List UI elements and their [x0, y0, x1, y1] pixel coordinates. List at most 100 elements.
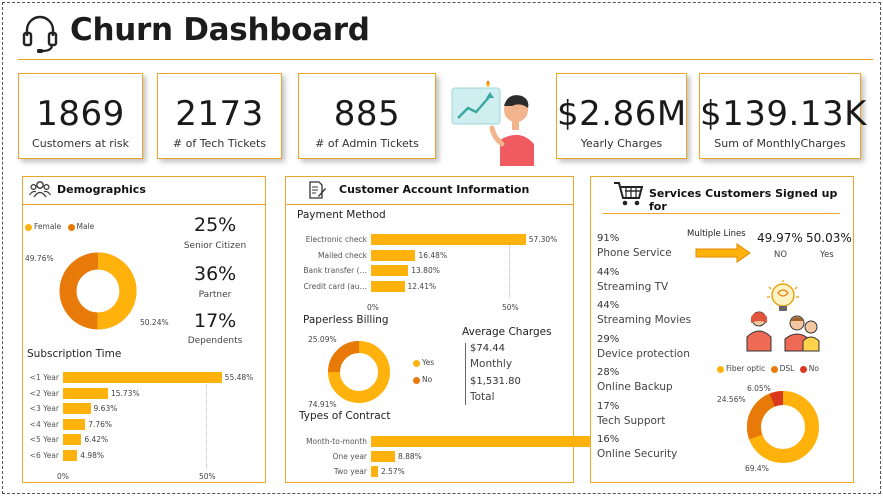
dependents-label: Dependents: [187, 336, 243, 346]
kpi-label: # of Tech Tickets: [172, 137, 267, 150]
female-pct-label: 50.24%: [140, 318, 169, 327]
paperless-yes-pct: 74.91%: [308, 400, 337, 409]
bar-value: 16.48%: [418, 250, 448, 260]
bar-value: 6.42%: [84, 435, 109, 444]
bar-label: One year: [332, 452, 367, 461]
payment-method-bar-chart: Electronic check 57.30% Mailed check 16.48%…: [286, 234, 575, 298]
fiber-legend-dot: [717, 365, 724, 373]
account-panel: Customer Account Information Payment Met…: [285, 176, 642, 483]
partner-pct: 36%: [194, 263, 237, 285]
internet-legend: Fiber optic DSL No: [717, 364, 819, 373]
paperless-legend-yes: Yes: [413, 358, 434, 367]
services-list: 91% Phone Service 44% Streaming TV 44% Stream…: [597, 233, 707, 473]
bar: [63, 449, 78, 461]
bar: [63, 418, 86, 430]
services-title: Services Customers Signed up for: [649, 187, 838, 213]
bar-label: Mailed check: [318, 250, 367, 260]
service-pct: 91%: [597, 233, 620, 244]
kpi-admin-tickets: 885 # of Admin Tickets: [298, 73, 436, 159]
kpi-label: Yearly Charges: [580, 137, 663, 150]
multiple-lines-no-value: 49.97%: [757, 231, 803, 245]
bar-value: 57.30%: [528, 235, 558, 244]
bar-label: Credit card (au…: [303, 281, 367, 291]
gender-legend: Female Male: [25, 222, 94, 231]
paperless-billing-title: Paperless Billing: [303, 314, 389, 326]
sub-axis-50: 50%: [199, 472, 216, 481]
kpi-label: Customers at risk: [32, 137, 129, 150]
senior-citizen-pct: 25%: [194, 214, 237, 236]
kpi-value: $139.13K: [700, 94, 867, 134]
partner-label: Partner: [198, 290, 232, 300]
multiple-lines-label: Multiple Lines: [687, 229, 746, 239]
service-name: Phone Service: [597, 247, 672, 259]
avg-total-label: Total: [470, 391, 495, 403]
bar: [371, 265, 409, 276]
service-name: Online Security: [597, 448, 678, 460]
bar-label: Electronic check: [305, 235, 367, 244]
service-pct: 28%: [597, 367, 620, 378]
avg-monthly-value: $74.44: [470, 343, 505, 354]
service-name: Streaming Movies: [597, 314, 692, 326]
bar-label: <6 Year: [29, 450, 59, 460]
payment-method-title: Payment Method: [297, 209, 386, 221]
contract-title: Types of Contract: [299, 410, 391, 422]
bar-value: 9.63%: [93, 404, 118, 413]
kpi-yearly-charges: $2.86M Yearly Charges: [556, 73, 687, 159]
multiple-lines-no-label: NO: [774, 250, 788, 260]
kpi-label: Sum of MonthlyCharges: [714, 137, 846, 150]
female-legend-dot: [25, 223, 32, 231]
no-internet-pct: 6.05%: [747, 384, 771, 393]
yes-legend-dot: [413, 359, 420, 367]
arrow-right-icon: [695, 243, 751, 263]
bar: [371, 451, 395, 462]
legend-male: Male: [76, 222, 95, 231]
senior-citizen-label: Senior Citizen: [183, 241, 247, 251]
header: Churn Dashboard: [18, 10, 873, 60]
document-pen-icon: [309, 181, 326, 199]
kpi-value: 2173: [175, 94, 264, 134]
legend-female: Female: [34, 222, 62, 231]
service-name: Online Backup: [597, 381, 673, 393]
sub-axis-0: 0%: [57, 472, 69, 481]
bar: [371, 234, 526, 245]
bar-label: <1 Year: [29, 373, 59, 382]
bar-value: 4.98%: [80, 450, 105, 460]
bar: [371, 249, 416, 261]
pay-axis-50: 50%: [502, 303, 519, 312]
bar: [371, 466, 378, 477]
internet-donut: [747, 391, 819, 464]
bar-label: <4 Year: [29, 419, 59, 429]
no-legend-dot: [413, 376, 420, 384]
kpi-customers-at-risk: 1869 Customers at risk: [18, 73, 143, 159]
contract-bar-chart: Month-to-month88.55%One year8.88%Two yea…: [286, 436, 642, 480]
services-panel: Services Customers Signed up for 91% Phon…: [590, 176, 854, 483]
bar-value: 7.76%: [88, 419, 113, 429]
male-legend-dot: [67, 223, 75, 231]
dsl-legend-dot: [770, 365, 778, 373]
pay-axis-0: 0%: [367, 303, 379, 312]
bar: [63, 387, 108, 399]
kpi-label: # of Admin Tickets: [315, 137, 419, 150]
bar-value: 13.80%: [411, 266, 440, 275]
bar-label: Bank transfer (…: [303, 266, 367, 275]
bar-value: 12.41%: [407, 281, 437, 291]
bar: [63, 434, 82, 445]
bar-label: <5 Year: [29, 435, 59, 444]
fiber-pct: 69.4%: [745, 464, 769, 473]
paperless-legend-no: No: [413, 375, 432, 384]
no-internet-legend-dot: [799, 365, 807, 373]
headset-icon: [22, 15, 58, 53]
male-pct-label: 49.76%: [25, 254, 54, 263]
gender-donut: [59, 252, 137, 330]
service-pct: 44%: [597, 300, 620, 311]
kpi-monthly-charges: $139.13K Sum of MonthlyCharges: [699, 73, 867, 159]
dependents-pct: 17%: [194, 310, 237, 332]
kpi-value: 885: [333, 94, 401, 134]
service-name: Device protection: [597, 347, 690, 360]
paperless-donut: [328, 341, 390, 403]
bar: [63, 372, 222, 383]
average-charges-title: Average Charges: [462, 326, 552, 338]
service-name: Tech Support: [597, 414, 666, 427]
shopping-cart-icon: [614, 182, 643, 206]
multiple-lines-yes-value: 50.03%: [806, 231, 852, 245]
